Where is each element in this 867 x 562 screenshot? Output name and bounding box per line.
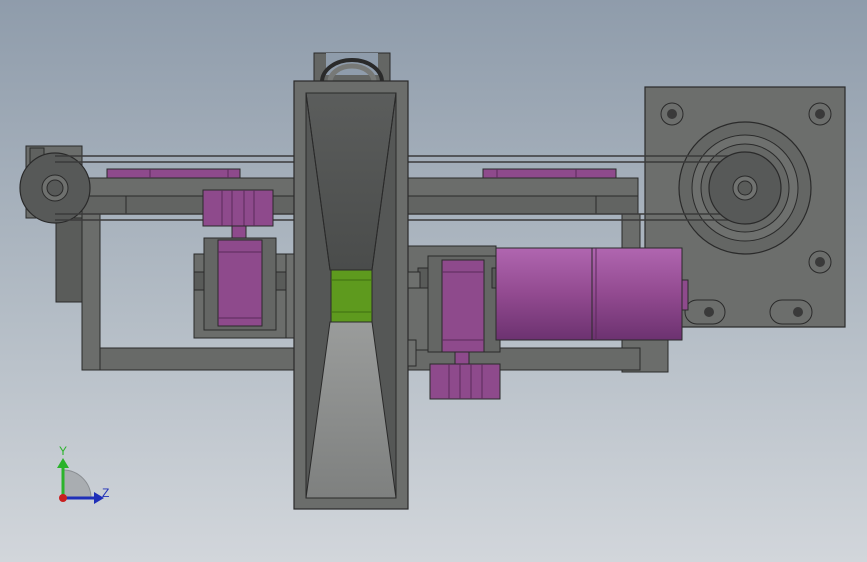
hopper-top-bracket — [313, 52, 391, 84]
plate-bolt-hole — [660, 102, 684, 126]
x-axis-origin — [59, 494, 67, 502]
z-axis-label: Z — [102, 486, 109, 500]
assembly-drawing: Y Z — [19, 52, 846, 510]
gear-motor — [495, 247, 689, 341]
plate-bolt-hole — [808, 102, 832, 126]
y-axis-arrow — [57, 458, 69, 468]
idler-pulley — [19, 152, 91, 224]
y-axis-label: Y — [59, 444, 67, 458]
plate-slot — [769, 299, 813, 325]
left-bearing-housing — [193, 237, 295, 339]
coordinate-triad: Y Z — [57, 444, 109, 504]
rail-clamp-left — [106, 168, 241, 179]
left-coupling — [202, 189, 274, 239]
left-shaft — [285, 253, 295, 339]
drive-pulley — [708, 151, 782, 225]
right-bearing-housing — [407, 245, 507, 353]
frame-left-post — [81, 213, 101, 371]
plate-bolt-hole — [808, 250, 832, 274]
cad-viewport[interactable]: Y Z — [0, 0, 867, 562]
plate-slot — [684, 299, 726, 325]
hopper-feed-roller — [330, 269, 373, 323]
rail-clamp-right — [482, 168, 617, 179]
